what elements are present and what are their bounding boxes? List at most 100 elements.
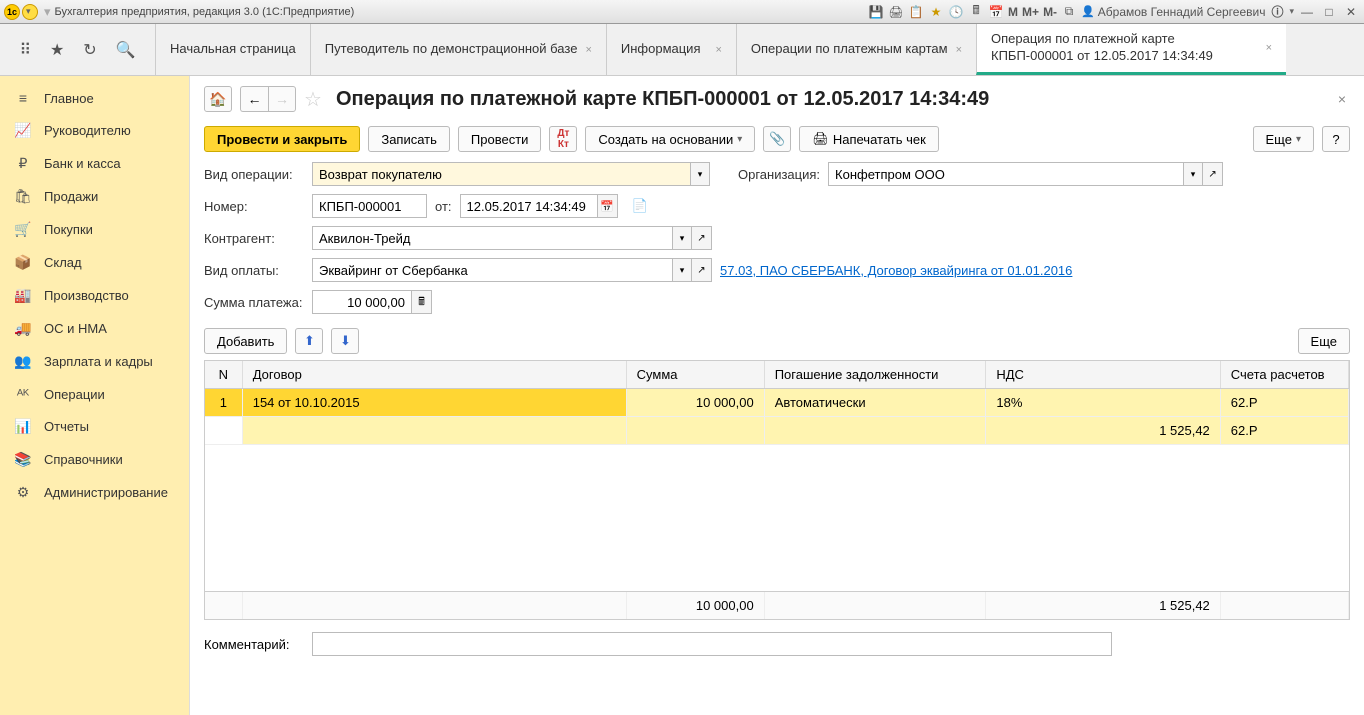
toolbar-icon-favorite[interactable]: ★: [928, 4, 944, 20]
save-button[interactable]: Записать: [368, 126, 450, 152]
close-document-button[interactable]: ×: [1334, 87, 1350, 111]
toolbar-icon-history[interactable]: 🕓: [948, 4, 964, 20]
org-open-icon[interactable]: ↗: [1203, 162, 1223, 186]
tab-card-op-doc[interactable]: Операция по платежной карте КПБП-000001 …: [976, 24, 1286, 75]
comment-row: Комментарий:: [190, 620, 1364, 668]
apps-grid-icon[interactable]: ⠿: [19, 40, 31, 60]
move-down-button[interactable]: ⬇: [331, 328, 359, 354]
cell-n: 1: [205, 389, 243, 417]
sidebar-item-bank[interactable]: ₽Банк и касса: [0, 147, 189, 180]
amount-field[interactable]: [312, 290, 412, 314]
post-and-close-button[interactable]: Провести и закрыть: [204, 126, 360, 152]
close-window-button[interactable]: ✕: [1342, 4, 1360, 20]
col-vat[interactable]: НДС: [986, 361, 1220, 388]
add-row-button[interactable]: Добавить: [204, 328, 287, 354]
tab-close-icon[interactable]: ×: [585, 44, 591, 56]
mark-icon[interactable]: 📄: [632, 198, 648, 214]
footer-sum: 10 000,00: [627, 592, 765, 619]
table-toolbar: Добавить ⬆ ⬇ Еще: [190, 322, 1364, 360]
memory-m-button[interactable]: M: [1008, 5, 1018, 19]
print-check-button[interactable]: 🖨Напечатать чек: [799, 126, 938, 152]
col-contract[interactable]: Договор: [243, 361, 627, 388]
back-button[interactable]: ←: [240, 86, 268, 112]
calendar-icon[interactable]: 📅: [598, 194, 618, 218]
op-type-field[interactable]: Возврат покупателю: [312, 162, 690, 186]
sidebar-item-reports[interactable]: 📊Отчеты: [0, 410, 189, 443]
toolbar-icon-save[interactable]: 💾: [868, 4, 884, 20]
pay-type-dropdown-icon[interactable]: ▾: [672, 258, 692, 282]
help-button[interactable]: ?: [1322, 126, 1350, 152]
from-label: от:: [435, 199, 452, 214]
col-pay[interactable]: Погашение задолженности: [765, 361, 987, 388]
org-dropdown-icon[interactable]: ▾: [1183, 162, 1203, 186]
col-acc[interactable]: Счета расчетов: [1221, 361, 1349, 388]
favorites-star-icon[interactable]: ★: [50, 40, 64, 60]
app-menu-dropdown[interactable]: [22, 4, 38, 20]
tab-info[interactable]: Информация ×: [606, 24, 736, 75]
memory-mplus-button[interactable]: M+: [1022, 5, 1039, 19]
current-user[interactable]: Абрамов Геннадий Сергеевич: [1081, 5, 1265, 19]
info-icon[interactable]: ⓘ: [1269, 4, 1285, 20]
search-icon[interactable]: 🔍: [116, 40, 136, 60]
attachments-button[interactable]: 📎: [763, 126, 791, 152]
comment-field[interactable]: [312, 632, 1112, 656]
sidebar-item-label: Отчеты: [44, 419, 89, 434]
maximize-button[interactable]: □: [1320, 4, 1338, 20]
cell-n: [205, 417, 243, 445]
sidebar-item-assets[interactable]: 🚚ОС и НМА: [0, 312, 189, 345]
history-nav-icon[interactable]: ↻: [83, 40, 96, 60]
col-n[interactable]: N: [205, 361, 243, 388]
memory-mminus-button[interactable]: M-: [1043, 5, 1057, 19]
sidebar-item-main[interactable]: ≡Главное: [0, 82, 189, 114]
move-up-button[interactable]: ⬆: [295, 328, 323, 354]
toolbar-icon-clipboard[interactable]: 📋: [908, 4, 924, 20]
col-sum[interactable]: Сумма: [627, 361, 765, 388]
toolbar-icon-print[interactable]: 🖨: [888, 4, 904, 20]
panel-toggle-icon[interactable]: ⧉: [1061, 4, 1077, 20]
table-more-button[interactable]: Еще: [1298, 328, 1350, 354]
forward-button[interactable]: →: [268, 86, 296, 112]
counterparty-dropdown-icon[interactable]: ▾: [672, 226, 692, 250]
sidebar-item-purchases[interactable]: 🛒 Покупки: [0, 213, 189, 246]
op-type-dropdown-icon[interactable]: ▾: [690, 162, 710, 186]
toolbar-icon-calendar[interactable]: 📅: [988, 4, 1004, 20]
counterparty-field[interactable]: Аквилон-Трейд: [312, 226, 672, 250]
info-dropdown[interactable]: ▾: [1289, 6, 1294, 17]
table-body[interactable]: 1 154 от 10.10.2015 10 000,00 Автоматиче…: [205, 389, 1349, 591]
minimize-button[interactable]: —: [1298, 4, 1316, 20]
sidebar-item-production[interactable]: 🏭Производство: [0, 279, 189, 312]
tab-close-icon[interactable]: ×: [1266, 42, 1272, 54]
sidebar-item-directories[interactable]: 📚Справочники: [0, 443, 189, 476]
date-field[interactable]: [460, 194, 598, 218]
table-row[interactable]: 1 154 от 10.10.2015 10 000,00 Автоматиче…: [205, 389, 1349, 417]
sidebar-item-warehouse[interactable]: 📦Склад: [0, 246, 189, 279]
sidebar-item-operations[interactable]: ᴬᴷОперации: [0, 378, 189, 410]
sidebar-item-salary[interactable]: 👥Зарплата и кадры: [0, 345, 189, 378]
sidebar-item-sales[interactable]: 🛍Продажи: [0, 180, 189, 213]
create-based-button[interactable]: Создать на основании: [585, 126, 755, 152]
tab-home[interactable]: Начальная страница: [155, 24, 310, 75]
dt-kt-button[interactable]: ДтКт: [549, 126, 577, 152]
sidebar-item-admin[interactable]: ⚙Администрирование: [0, 476, 189, 509]
sidebar-item-label: Покупки: [44, 222, 93, 237]
pay-type-field[interactable]: Эквайринг от Сбербанка: [312, 258, 672, 282]
cart-icon: 🛒: [14, 221, 32, 238]
more-button[interactable]: Еще: [1253, 126, 1314, 152]
calculator-icon[interactable]: 🖩: [412, 290, 432, 314]
table-row[interactable]: 1 525,42 62.Р: [205, 417, 1349, 445]
tab-card-ops[interactable]: Операции по платежным картам ×: [736, 24, 976, 75]
number-field[interactable]: [312, 194, 427, 218]
sidebar-item-manager[interactable]: 📈Руководителю: [0, 114, 189, 147]
tab-guide[interactable]: Путеводитель по демонстрационной базе ×: [310, 24, 606, 75]
pay-type-open-icon[interactable]: ↗: [692, 258, 712, 282]
counterparty-open-icon[interactable]: ↗: [692, 226, 712, 250]
toolbar-icon-calc[interactable]: 🖩: [968, 4, 984, 20]
favorite-star-icon[interactable]: ☆: [304, 87, 322, 112]
org-field[interactable]: Конфетпром ООО: [828, 162, 1183, 186]
cell-pay: Автоматически: [765, 389, 987, 417]
post-button[interactable]: Провести: [458, 126, 542, 152]
acquiring-link[interactable]: 57.03, ПАО СБЕРБАНК, Договор эквайринга …: [720, 263, 1072, 278]
tab-close-icon[interactable]: ×: [715, 44, 721, 56]
home-button[interactable]: 🏠: [204, 86, 232, 112]
tab-close-icon[interactable]: ×: [956, 44, 962, 56]
